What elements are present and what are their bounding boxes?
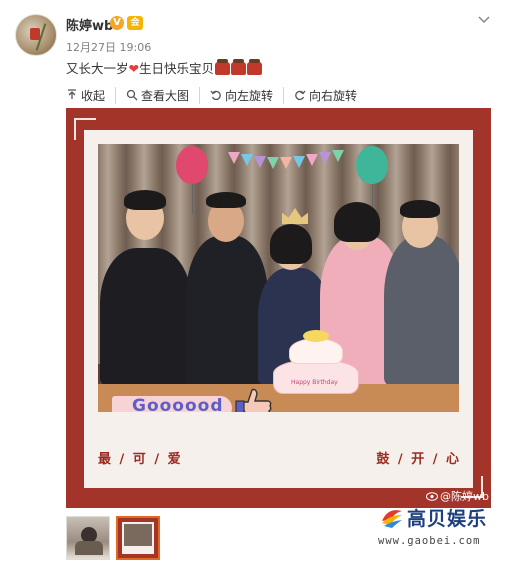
bunting-flag bbox=[332, 150, 344, 162]
bunting-flag bbox=[228, 152, 240, 164]
view-large-label: 查看大图 bbox=[141, 88, 190, 103]
sticker-text: Goooood bbox=[132, 396, 224, 412]
site-url: www.gaobei.com bbox=[378, 535, 481, 547]
rotate-left-label: 向左旋转 bbox=[225, 88, 274, 103]
cake-icon bbox=[231, 59, 247, 75]
rotate-right-icon bbox=[295, 90, 306, 101]
collapse-label: 收起 bbox=[81, 88, 106, 103]
cake-text: Happy Birthday bbox=[291, 379, 338, 386]
person bbox=[186, 236, 268, 386]
balloon-string bbox=[192, 184, 193, 214]
post-text: 又长大一岁❤生日快乐宝贝 bbox=[66, 58, 263, 77]
image-toolbar: 收起 查看大图 向左旋转 向右旋转 bbox=[66, 85, 377, 105]
bunting-flag bbox=[254, 156, 266, 168]
hair bbox=[334, 202, 380, 242]
post-image[interactable]: Happy Birthday Goooood 最 / 可 / 爱 鼓 / 开 /… bbox=[66, 108, 491, 508]
thumbnail-1[interactable] bbox=[66, 516, 110, 560]
weibo-eye-icon bbox=[426, 491, 438, 501]
birthday-cake: Happy Birthday bbox=[273, 330, 359, 394]
cake-topper bbox=[303, 330, 329, 342]
thumbs-up-icon bbox=[235, 388, 272, 412]
thumbnail-strip bbox=[66, 516, 160, 560]
hair bbox=[400, 200, 440, 218]
pink-balloon bbox=[176, 146, 208, 184]
vip-badge-icon[interactable]: 会 bbox=[127, 16, 143, 30]
rotate-right-label: 向右旋转 bbox=[309, 88, 358, 103]
search-icon bbox=[126, 89, 138, 101]
bunting-flag bbox=[267, 157, 279, 169]
avatar[interactable] bbox=[15, 14, 57, 56]
site-name: 高贝娱乐 bbox=[407, 508, 488, 530]
watermark-text: @陈婷wb bbox=[440, 490, 489, 503]
bunting-flag bbox=[293, 156, 305, 168]
thumbnail-scene bbox=[124, 524, 152, 546]
cake-icon bbox=[215, 59, 231, 75]
cap bbox=[206, 192, 246, 208]
thumbnail-2[interactable] bbox=[116, 516, 160, 560]
collapse-icon bbox=[68, 89, 76, 99]
good-sticker: Goooood bbox=[112, 386, 282, 412]
bunting-flag bbox=[241, 154, 253, 166]
green-balloon bbox=[356, 146, 388, 184]
username[interactable]: 陈婷wb bbox=[66, 15, 113, 34]
hair bbox=[124, 190, 166, 210]
photo-frame: Happy Birthday Goooood 最 / 可 / 爱 鼓 / 开 /… bbox=[84, 130, 473, 488]
person bbox=[384, 236, 459, 386]
caption-left: 最 / 可 / 爱 bbox=[98, 452, 183, 467]
post-timestamp[interactable]: 12月27日 19:06 bbox=[66, 39, 151, 55]
rotate-left-icon bbox=[210, 90, 221, 101]
crown-icon bbox=[282, 208, 308, 224]
image-watermark: @陈婷wb bbox=[426, 488, 489, 504]
post-text-part-1: 又长大一岁 bbox=[66, 61, 129, 76]
verified-badge-icon[interactable]: V bbox=[110, 16, 124, 30]
avatar-ornament bbox=[30, 28, 40, 40]
red-heart-icon: ❤ bbox=[128, 61, 139, 76]
chevron-down-icon[interactable] bbox=[477, 12, 491, 26]
bunting-flag bbox=[280, 157, 292, 169]
post-text-part-2: 生日快乐宝贝 bbox=[139, 61, 215, 76]
thumbnail-figure bbox=[75, 541, 103, 555]
bunting-flag bbox=[319, 152, 331, 164]
cake-icon bbox=[247, 59, 263, 75]
rotate-right-button[interactable]: 向右旋转 bbox=[294, 87, 367, 104]
view-large-button[interactable]: 查看大图 bbox=[126, 86, 201, 104]
family-photo: Happy Birthday Goooood bbox=[98, 144, 459, 412]
hair bbox=[270, 224, 312, 264]
caption-right: 鼓 / 开 / 心 bbox=[376, 452, 461, 467]
rotate-left-button[interactable]: 向左旋转 bbox=[210, 86, 285, 104]
collapse-button[interactable]: 收起 bbox=[66, 86, 117, 104]
cake-tier bbox=[273, 360, 359, 394]
person bbox=[100, 248, 192, 386]
site-logo-icon bbox=[382, 510, 402, 528]
bunting-flag bbox=[306, 154, 318, 166]
